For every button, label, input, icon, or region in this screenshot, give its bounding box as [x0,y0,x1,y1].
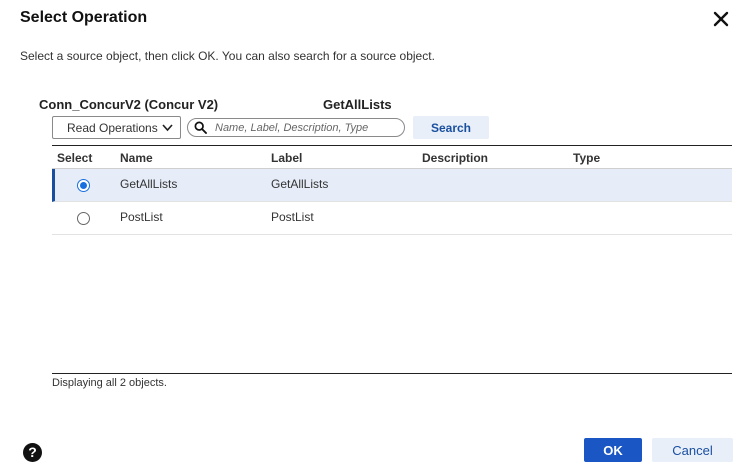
close-button[interactable] [711,9,731,29]
search-input[interactable] [215,120,399,135]
table-row[interactable]: PostList PostList [52,202,732,235]
operations-table: Select Name Label Description Type GetAl… [52,145,732,235]
header-type[interactable]: Type [573,151,600,165]
row-radio-selected[interactable] [77,179,90,192]
row-label: PostList [271,210,314,224]
search-icon [194,121,207,134]
help-icon[interactable]: ? [23,443,42,462]
header-select: Select [57,151,93,165]
cancel-button[interactable]: Cancel [652,438,733,462]
dialog-subtitle: Select a source object, then click OK. Y… [20,49,435,63]
table-footer-divider [52,373,732,374]
row-label: GetAllLists [271,177,329,191]
search-button[interactable]: Search [413,116,489,139]
status-text: Displaying all 2 objects. [52,377,167,389]
operation-type-dropdown[interactable]: Read Operations [52,116,181,139]
row-name: PostList [120,210,163,224]
dialog-title: Select Operation [20,9,148,26]
row-radio[interactable] [77,212,90,225]
connection-name: Conn_ConcurV2 (Concur V2) [39,97,219,112]
header-description[interactable]: Description [422,151,488,165]
table-header: Select Name Label Description Type [52,145,732,169]
row-name: GetAllLists [120,177,178,191]
table-row[interactable]: GetAllLists GetAllLists [52,169,732,202]
chevron-down-icon [162,124,173,132]
selected-operation-label: GetAllLists [323,97,392,112]
header-label[interactable]: Label [271,151,302,165]
close-icon[interactable] [711,9,731,29]
operation-type-value: Read Operations [67,120,158,135]
header-name[interactable]: Name [120,151,153,165]
search-field[interactable] [187,118,405,137]
ok-button[interactable]: OK [584,438,642,462]
